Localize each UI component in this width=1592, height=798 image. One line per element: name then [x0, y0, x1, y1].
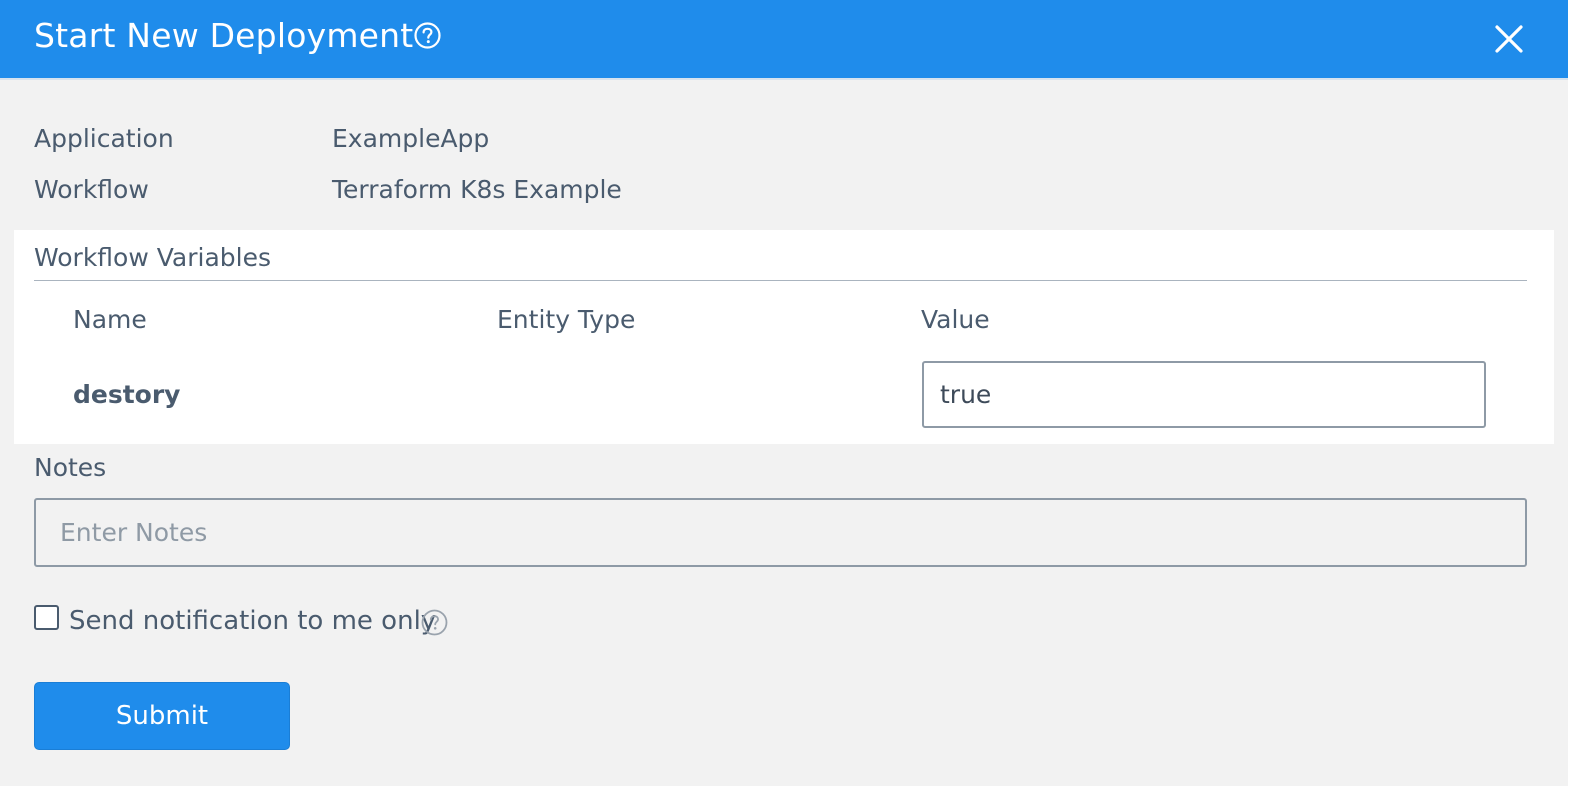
workflow-variables-title: Workflow Variables [34, 243, 271, 272]
workflow-label: Workflow [34, 175, 149, 204]
workflow-value: Terraform K8s Example [332, 175, 622, 204]
variable-name: destory [73, 380, 181, 409]
column-header-value: Value [921, 305, 990, 334]
notes-label: Notes [34, 453, 107, 482]
notify-me-only-label[interactable]: Send notification to me only [69, 606, 436, 636]
dialog-title: Start New Deployment [34, 16, 414, 55]
close-icon[interactable] [1490, 20, 1528, 58]
notify-me-only-checkbox[interactable] [34, 605, 59, 630]
variable-value-input[interactable] [922, 361, 1486, 428]
column-header-entity-type: Entity Type [497, 305, 636, 334]
section-divider [34, 280, 1527, 281]
application-label: Application [34, 124, 174, 153]
submit-button[interactable]: Submit [34, 682, 290, 750]
start-deployment-dialog: Start New Deployment Application Example… [0, 0, 1568, 786]
dialog-header: Start New Deployment [0, 0, 1568, 80]
workflow-variables-panel: Workflow Variables Name Entity Type Valu… [14, 230, 1554, 444]
question-circle-icon[interactable] [421, 609, 448, 636]
application-value: ExampleApp [332, 124, 490, 153]
column-header-name: Name [73, 305, 147, 334]
question-circle-icon[interactable] [414, 22, 441, 49]
notes-input[interactable] [34, 498, 1527, 567]
scrollbar-track[interactable] [1568, 0, 1592, 798]
